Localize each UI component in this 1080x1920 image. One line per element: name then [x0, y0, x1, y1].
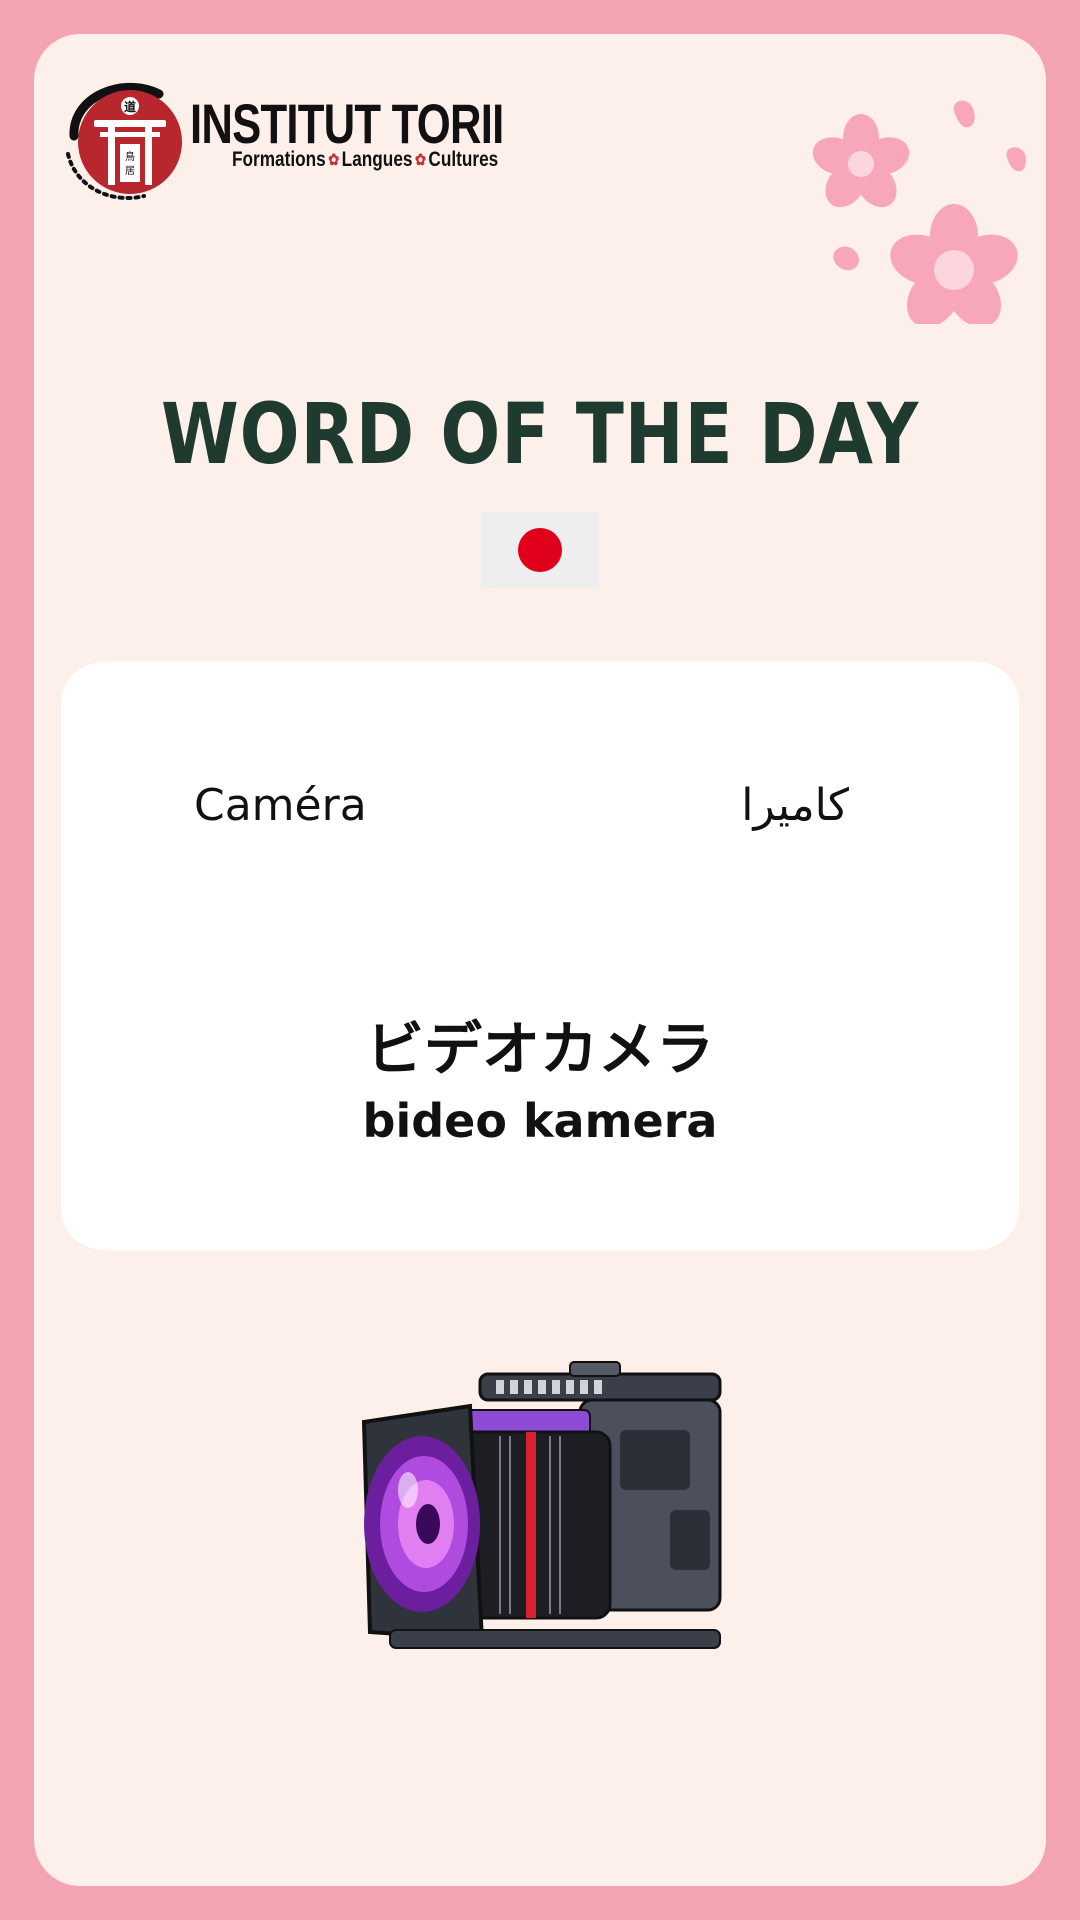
svg-text:居: 居	[125, 165, 135, 177]
french-translation: Caméra	[194, 780, 367, 831]
japan-flag-icon	[481, 512, 599, 588]
word-card: Caméra كاميرا ビデオカメラ bideo kamera	[61, 662, 1019, 1250]
institut-torii-logo: 道 鳥 居 INSTITUT TORII Formations ✿ Langue…	[54, 76, 514, 206]
tagline-formations: Formations	[232, 148, 326, 171]
torii-emblem-icon: 道 鳥 居	[66, 82, 182, 201]
sakura-blossoms-icon	[812, 100, 1026, 324]
svg-text:鳥: 鳥	[125, 150, 135, 163]
video-camera-icon	[361, 1361, 722, 1649]
brand-name: INSTITUT TORII	[190, 92, 504, 155]
arabic-translation: كاميرا	[741, 780, 849, 831]
japanese-word: ビデオカメラ	[365, 1015, 714, 1083]
page-title: Word of the day	[160, 385, 920, 483]
flower-separator-icon: ✿	[328, 152, 340, 169]
romaji-reading: bideo kamera	[362, 1094, 718, 1148]
tagline-cultures: Cultures	[428, 148, 499, 171]
flag-red-disc	[518, 528, 562, 572]
brand-tagline: Formations ✿ Langues ✿ Cultures	[232, 148, 498, 172]
flower-separator-icon: ✿	[414, 152, 426, 169]
card-background: 道 鳥 居 INSTITUT TORII Formations ✿ Langue…	[34, 34, 1046, 1886]
tagline-langues: Langues	[341, 148, 413, 171]
emblem-kanji: 道	[124, 99, 136, 114]
card-frame: 道 鳥 居 INSTITUT TORII Formations ✿ Langue…	[0, 0, 1080, 1920]
